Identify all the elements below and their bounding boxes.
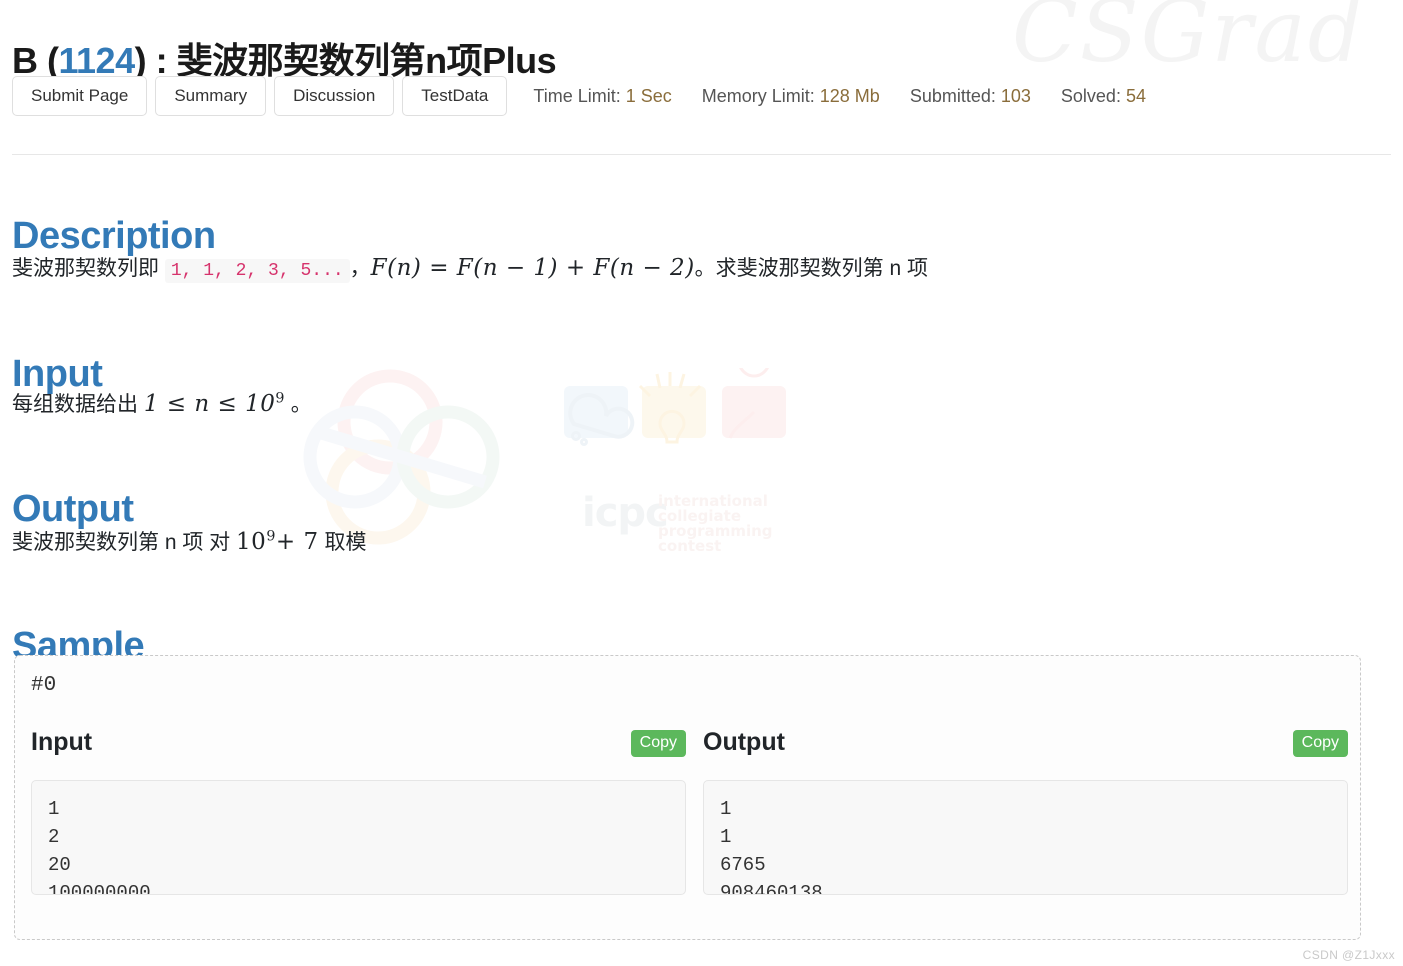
input-formula-base: 1 ≤ n ≤ 10 — [143, 391, 276, 417]
summary-button[interactable]: Summary — [155, 76, 267, 116]
page-title-suffix: ) : 斐波那契数列第n项Plus — [134, 40, 557, 82]
sample-case-box: #0 Input Copy 1 2 20 100000000 Output Co… — [14, 655, 1361, 940]
memory-limit-label: Memory Limit: — [701, 85, 820, 106]
memory-limit-value: 128 Mb — [819, 85, 880, 106]
output-formula-exponent: 9 — [266, 528, 276, 545]
input-heading: Input — [12, 352, 103, 395]
problem-meta: Time Limit: 1 Sec Memory Limit: 128 Mb Sub… — [533, 86, 1146, 107]
header-divider — [12, 154, 1391, 155]
input-formula-exponent: 9 — [275, 390, 285, 407]
sample-output-label: Output — [703, 728, 785, 756]
fibonacci-sequence-code: 1, 1, 2, 3, 5... — [164, 259, 350, 283]
sample-case-id: #0 — [31, 674, 57, 697]
input-text-after: 。 — [284, 393, 312, 416]
output-formula-tail: + 7 — [275, 529, 319, 555]
description-heading: Description — [12, 214, 216, 257]
solved-value: 54 — [1125, 85, 1146, 106]
testdata-button[interactable]: TestData — [402, 76, 508, 116]
copy-input-button[interactable]: Copy — [630, 730, 686, 757]
sample-output-content: 1 1 6765 908460138 — [703, 780, 1348, 895]
description-text-before: 斐波那契数列即 — [12, 257, 165, 280]
output-formula: 109+ 7 — [236, 528, 319, 555]
infinity-rings-watermark — [300, 362, 560, 552]
time-limit-label: Time Limit: — [533, 85, 626, 106]
sample-output-header: Output Copy — [703, 728, 1348, 768]
icpc-wordmark: icpc — [582, 490, 669, 536]
output-text-before: 斐波那契数列第 n 项 对 — [12, 531, 237, 554]
description-body: 斐波那契数列即 1, 1, 2, 3, 5... ，F(n) = F(n − 1)… — [12, 252, 929, 283]
input-formula: 1 ≤ n ≤ 109 — [143, 390, 285, 417]
submitted-value: 103 — [1000, 85, 1031, 106]
time-limit-value: 1 Sec — [625, 85, 672, 106]
sample-input-label: Input — [31, 728, 93, 756]
input-text-before: 每组数据给出 — [12, 393, 144, 416]
submitted-label: Submitted: — [909, 85, 1001, 106]
sample-input-content: 1 2 20 100000000 — [31, 780, 686, 895]
sample-input-header: Input Copy — [31, 728, 686, 768]
csdn-watermark: CSDN @Z1Jxxx — [1302, 948, 1395, 962]
output-body: 斐波那契数列第 n 项 对 109+ 7 取模 — [12, 526, 366, 556]
submitted-count: Submitted: 103 — [910, 86, 1031, 106]
input-body: 每组数据给出 1 ≤ n ≤ 109 。 — [12, 388, 312, 418]
output-text-after: 取模 — [318, 531, 367, 554]
sample-output-column: Output Copy 1 1 6765 908460138 — [703, 728, 1348, 895]
description-text-after: 。求斐波那契数列第 n 项 — [694, 257, 929, 280]
copy-output-button[interactable]: Copy — [1292, 730, 1348, 757]
sample-input-column: Input Copy 1 2 20 100000000 — [31, 728, 686, 895]
problem-id: 1124 — [58, 40, 136, 82]
description-formula: F(n) = F(n − 1) + F(n − 2) — [370, 255, 695, 281]
discussion-button[interactable]: Discussion — [274, 76, 395, 116]
submit-page-button[interactable]: Submit Page — [12, 76, 148, 116]
output-formula-base: 10 — [236, 529, 267, 555]
solved-label: Solved: — [1060, 85, 1126, 106]
memory-limit: Memory Limit: 128 Mb — [702, 86, 880, 106]
output-heading: Output — [12, 487, 134, 530]
csgrad-watermark-text: CSGrad — [1012, 0, 1365, 82]
problem-toolbar: Submit Page Summary Discussion TestData … — [12, 76, 1146, 116]
icpc-tagline: international collegiate programming con… — [658, 492, 773, 555]
time-limit: Time Limit: 1 Sec — [533, 86, 671, 106]
icpc-logo-watermark: icpc international collegiate programmin… — [560, 338, 880, 568]
description-text-mid: ， — [349, 257, 371, 280]
solved-count: Solved: 54 — [1061, 86, 1146, 106]
page-title-prefix: B ( — [12, 40, 59, 82]
